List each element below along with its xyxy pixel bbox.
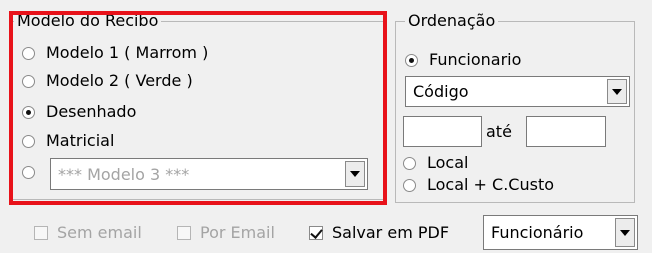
salvar-pdf-checkbox[interactable]: Salvar em PDF bbox=[309, 222, 449, 244]
modelo-3-combo[interactable]: *** Modelo 3 *** bbox=[50, 158, 368, 190]
radio-button[interactable] bbox=[403, 178, 416, 192]
combo-value: *** Modelo 3 *** bbox=[58, 164, 190, 184]
range-to-input[interactable] bbox=[526, 116, 606, 147]
radio-modelo-3[interactable] bbox=[22, 166, 35, 179]
checkbox-label: Salvar em PDF bbox=[332, 223, 450, 242]
radio-label: Local + C.Custo bbox=[427, 175, 555, 194]
order-by-combo[interactable]: Código bbox=[405, 76, 630, 107]
checkbox-label: Sem email bbox=[57, 223, 142, 242]
chevron-down-icon bbox=[612, 88, 622, 95]
range-separator-label: até bbox=[486, 122, 512, 141]
radio-button[interactable] bbox=[22, 46, 35, 60]
pdf-split-combo[interactable]: Funcionário bbox=[483, 215, 638, 250]
sem-email-checkbox[interactable]: Sem email bbox=[34, 222, 142, 244]
radio-label: Modelo 2 ( Verde ) bbox=[46, 71, 193, 90]
combo-value: Código bbox=[413, 82, 469, 101]
radio-matricial[interactable]: Matricial bbox=[22, 130, 114, 152]
radio-funcionario[interactable]: Funcionario bbox=[405, 49, 521, 71]
chevron-down-icon bbox=[620, 229, 630, 236]
radio-button[interactable] bbox=[22, 166, 35, 179]
checkbox[interactable] bbox=[34, 226, 48, 240]
radio-desenhado[interactable]: Desenhado bbox=[22, 101, 136, 123]
combo-value: Funcionário bbox=[491, 223, 584, 242]
checkbox[interactable] bbox=[177, 226, 191, 240]
radio-label: Modelo 1 ( Marrom ) bbox=[46, 43, 209, 62]
combo-dropdown-button[interactable] bbox=[345, 161, 365, 187]
range-from-input[interactable] bbox=[403, 116, 482, 147]
radio-button[interactable] bbox=[22, 134, 35, 148]
radio-label: Matricial bbox=[46, 131, 115, 150]
radio-button[interactable] bbox=[22, 74, 35, 88]
radio-button[interactable] bbox=[22, 105, 35, 119]
radio-modelo-1[interactable]: Modelo 1 ( Marrom ) bbox=[22, 42, 208, 64]
radio-local-custo[interactable]: Local + C.Custo bbox=[403, 174, 554, 196]
radio-button[interactable] bbox=[403, 156, 416, 170]
chevron-down-icon bbox=[350, 171, 360, 177]
radio-label: Funcionario bbox=[429, 50, 522, 69]
radio-modelo-2[interactable]: Modelo 2 ( Verde ) bbox=[22, 70, 193, 92]
combo-dropdown-button[interactable] bbox=[615, 218, 635, 247]
radio-label: Desenhado bbox=[46, 102, 137, 121]
ordenacao-legend: Ordenação bbox=[405, 10, 499, 32]
combo-dropdown-button[interactable] bbox=[607, 79, 627, 104]
por-email-checkbox[interactable]: Por Email bbox=[177, 222, 275, 244]
radio-button[interactable] bbox=[405, 53, 418, 67]
checkbox-label: Por Email bbox=[200, 223, 275, 242]
radio-label: Local bbox=[427, 153, 469, 172]
radio-local[interactable]: Local bbox=[403, 152, 468, 174]
checkbox[interactable] bbox=[309, 226, 323, 240]
